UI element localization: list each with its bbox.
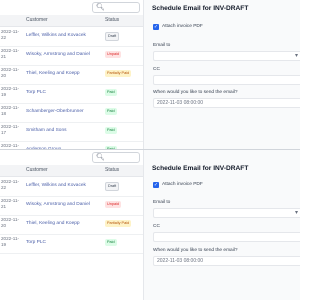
dialog-title: Schedule Email for INV-DRAFT — [152, 165, 249, 172]
column-header-status: Status — [105, 17, 120, 23]
status-badge: Paid — [105, 108, 117, 115]
send-time-field[interactable]: 2022-11-03 08:00:00 — [153, 98, 300, 108]
invoice-date: 2022-11- 20 — [1, 217, 20, 228]
search-input[interactable] — [104, 153, 138, 162]
table-row[interactable]: 2022-11- 19 Torp PLC Paid — [0, 84, 143, 104]
schedule-email-dialog: Schedule Email for INV-DRAFT ✓ Attach in… — [143, 150, 300, 300]
invoice-date: 2022-11- 21 — [1, 48, 20, 59]
customer-link[interactable]: Schamberger-Oberbrunner — [26, 109, 84, 114]
send-time-label: When would you like to send the email? — [153, 248, 238, 253]
column-header-customer: Customer — [26, 167, 48, 173]
table-row[interactable]: 2022-11- 20 Thiel, Keeling and Koepp Parti… — [0, 215, 143, 235]
attach-pdf-checkbox[interactable]: ✓ — [153, 24, 159, 30]
attach-pdf-label: Attach invoice PDF — [162, 24, 203, 29]
bottom-screen: 🔍︎ Customer Status 2022-11- 22 Leffler, W… — [0, 150, 300, 300]
invoice-date: 2022-11- 19 — [1, 86, 20, 97]
table-row[interactable]: 2022-11- 21 Wisoky, Armstrong and Daniel U… — [0, 46, 143, 66]
email-to-field[interactable]: ▾ — [153, 51, 300, 61]
screen-divider — [0, 149, 300, 150]
top-screen: 🔍︎ Customer Status 2022-11- 22 Leffler, W… — [0, 0, 300, 150]
customer-link[interactable]: Torp PLC — [26, 90, 46, 95]
status-badge: Paid — [105, 239, 117, 246]
attach-pdf-checkbox[interactable]: ✓ — [153, 182, 159, 188]
email-to-field[interactable]: ▾ — [153, 208, 300, 218]
invoice-date: 2022-11- 20 — [1, 67, 20, 78]
status-badge: Paid — [105, 127, 117, 134]
column-header-status: Status — [105, 167, 120, 173]
table-row[interactable]: 2022-11- 22 Leffler, Wilkins and Kovacek D… — [0, 177, 143, 197]
column-header-customer: Customer — [26, 17, 48, 23]
cc-field[interactable] — [153, 75, 300, 85]
email-to-label: Email to — [153, 200, 171, 205]
customer-link[interactable]: Thiel, Keeling and Koepp — [26, 221, 80, 226]
search-input[interactable] — [104, 3, 138, 12]
table-row[interactable]: 2022-11- 20 Thiel, Keeling and Koepp Parti… — [0, 65, 143, 85]
send-time-value: 2022-11-03 08:00:00 — [157, 258, 204, 264]
cc-label: CC — [153, 67, 160, 72]
send-time-field[interactable]: 2022-11-03 08:00:00 — [153, 256, 300, 266]
search-box[interactable]: 🔍︎ — [92, 152, 140, 163]
email-to-label: Email to — [153, 43, 171, 48]
dialog-title: Schedule Email for INV-DRAFT — [152, 5, 249, 12]
attach-pdf-label: Attach invoice PDF — [162, 182, 203, 187]
invoice-date: 2022-11- 19 — [1, 236, 20, 247]
customer-link[interactable]: Thiel, Keeling and Koepp — [26, 71, 80, 76]
invoice-list: 🔍︎ Customer Status 2022-11- 22 Leffler, W… — [0, 150, 143, 300]
invoice-date: 2022-11- 18 — [1, 105, 20, 116]
send-time-value: 2022-11-03 08:00:00 — [157, 100, 204, 106]
customer-link[interactable]: Wisoky, Armstrong and Daniel — [26, 52, 90, 57]
invoice-date: 2022-11- 22 — [1, 29, 20, 40]
status-badge: Unpaid — [105, 201, 122, 208]
customer-link[interactable]: Leffler, Wilkins and Kovacek — [26, 183, 86, 188]
status-badge: Partially Paid — [105, 220, 132, 227]
status-badge: Partially Paid — [105, 70, 132, 77]
customer-link[interactable]: Leffler, Wilkins and Kovacek — [26, 33, 86, 38]
table-row[interactable]: 2022-11- 21 Wisoky, Armstrong and Daniel U… — [0, 196, 143, 216]
customer-link[interactable]: Wisoky, Armstrong and Daniel — [26, 202, 90, 207]
chevron-down-icon: ▾ — [294, 53, 298, 59]
status-badge: Unpaid — [105, 51, 122, 58]
table-row[interactable]: 2022-11- 22 Leffler, Wilkins and Kovacek D… — [0, 27, 143, 47]
invoice-date: 2022-11- 21 — [1, 198, 20, 209]
cc-label: CC — [153, 224, 160, 229]
customer-link[interactable]: Torp PLC — [26, 240, 46, 245]
status-badge: Draft — [105, 182, 120, 191]
table-header: Customer Status — [0, 165, 143, 177]
invoice-date: 2022-11- 22 — [1, 179, 20, 190]
search-box[interactable]: 🔍︎ — [92, 2, 140, 13]
invoice-list: 🔍︎ Customer Status 2022-11- 22 Leffler, W… — [0, 0, 143, 150]
table-row[interactable]: 2022-11- 19 Torp PLC Paid — [0, 234, 143, 254]
chevron-down-icon: ▾ — [294, 210, 298, 216]
customer-link[interactable]: Smitham and Sons — [26, 128, 67, 133]
table-header: Customer Status — [0, 15, 143, 27]
schedule-email-dialog: Schedule Email for INV-DRAFT ✓ Attach in… — [143, 0, 300, 150]
send-time-label: When would you like to send the email? — [153, 90, 238, 95]
status-badge: Paid — [105, 89, 117, 96]
invoice-date: 2022-11- 17 — [1, 124, 20, 135]
status-badge: Draft — [105, 32, 120, 41]
table-row[interactable]: 2022-11- 18 Schamberger-Oberbrunner Paid — [0, 103, 143, 123]
cc-field[interactable] — [153, 232, 300, 242]
table-row[interactable]: 2022-11- 17 Smitham and Sons Paid — [0, 122, 143, 142]
